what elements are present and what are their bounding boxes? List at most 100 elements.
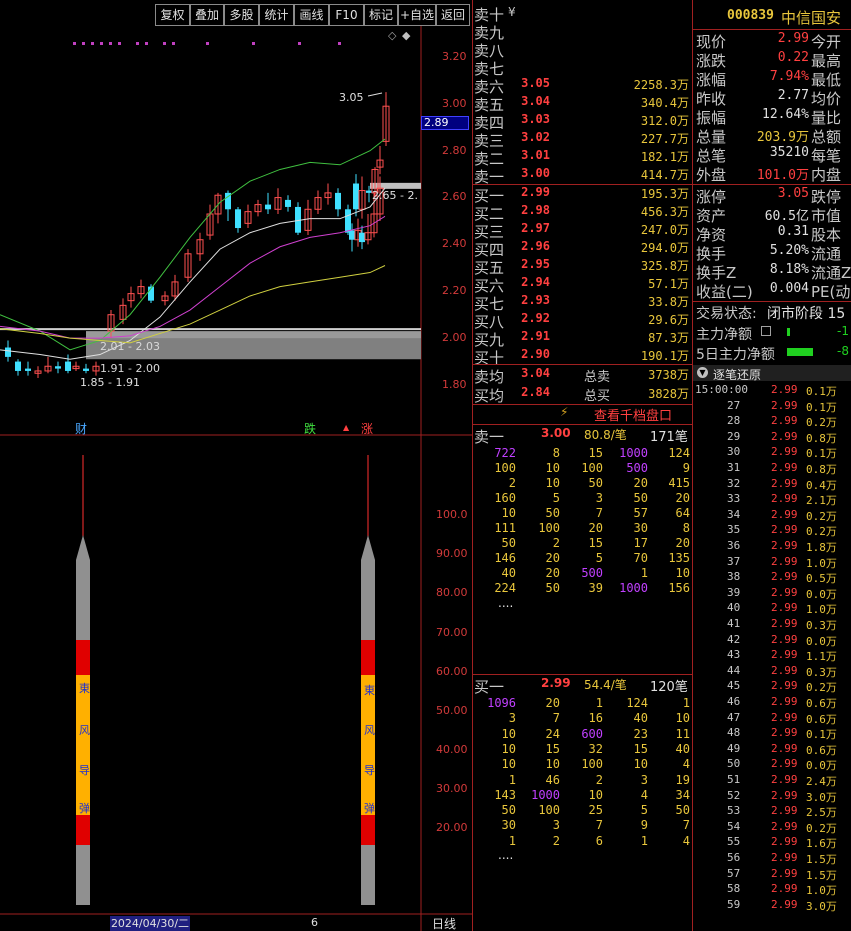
rise-marker[interactable]: 涨 (361, 420, 373, 437)
tick-row: 32 2.99 0.4万 (727, 476, 837, 492)
queue-cell: 8 (682, 521, 690, 535)
queue-cell: 1 (595, 696, 603, 710)
level-price: 3.05 (521, 76, 550, 90)
ticks-title: 逐笔还原 (713, 368, 762, 382)
fuquan-button[interactable]: 复权 (155, 4, 190, 26)
marker-dot (136, 42, 139, 45)
queue-cell: 15 (633, 741, 648, 756)
rocket-label: 导 (79, 764, 90, 777)
buy-queue-more[interactable]: .... (498, 848, 513, 862)
queue-cell: 100 (581, 461, 603, 475)
quote-row: 昨收 2.77 均价 (696, 88, 842, 108)
add-watchlist-button[interactable]: +自选 (398, 4, 436, 26)
price-tick: 2.00 (442, 331, 467, 344)
queue-cell: 3 (552, 818, 560, 833)
queue-cell: 10 (633, 757, 648, 772)
queue-cell: 40 (633, 711, 648, 726)
queue-cell: 415 (668, 476, 690, 490)
level-price: 2.99 (521, 185, 550, 199)
diamond-icon: ◆ (402, 29, 411, 42)
queue-cell: 1000 (619, 581, 648, 595)
marker-dot (338, 42, 341, 45)
collapse-icon[interactable]: ▼ (697, 367, 708, 378)
queue-cell: 2 (552, 536, 560, 550)
rocket-label: 弹 (79, 802, 90, 815)
level-price: 3.02 (521, 130, 550, 144)
tick-row: 46 2.99 0.6万 (727, 695, 837, 710)
queue-cell: 156 (668, 581, 690, 595)
queue-cell: 500 (581, 566, 603, 580)
queue-cell: 8 (552, 446, 560, 460)
queue-cell: 1 (640, 566, 648, 580)
queue-cell: 1096 (487, 696, 516, 710)
main-net5-label: 5日主力净额 (696, 347, 775, 363)
lightning-icon: ⚡ (560, 405, 569, 419)
marker-dot (206, 42, 209, 45)
queue-cell: 20 (675, 536, 690, 550)
level-volume: 227.7万 (640, 132, 689, 146)
up-arrow-icon: ▲ (343, 423, 350, 432)
indicator-tick: 50.00 (436, 704, 468, 717)
rocket-nose (76, 535, 90, 560)
zone-label: 1.91 - 2.00 (100, 362, 160, 375)
queue-cell: 64 (675, 506, 690, 520)
rocket-body (361, 560, 375, 640)
queue-cell: 111 (494, 521, 516, 535)
queue-cell: 70 (633, 551, 648, 565)
fall-marker[interactable]: 跌 (304, 420, 316, 437)
tick-row: 38 2.99 0.5万 (727, 570, 837, 586)
buy-queue-header: 买一 2.99 54.4/笔 120笔 (474, 676, 688, 696)
view-depth-link[interactable]: 查看千档盘口 (594, 405, 672, 424)
queue-cell: 5 (640, 803, 648, 818)
sell-queue-more[interactable]: .... (498, 596, 513, 610)
queue-cell: 1 (682, 696, 690, 710)
candle-body (5, 347, 11, 357)
queue-cell: 10 (501, 506, 516, 520)
queue-cell: 500 (626, 461, 648, 475)
rocket-section (76, 640, 90, 675)
queue-cell: 50 (545, 506, 560, 520)
period-label[interactable]: 日线 (432, 915, 456, 931)
kline-chart[interactable]: ◇ ◆ (0, 0, 472, 931)
queue-cell: 7 (595, 818, 603, 833)
finance-marker[interactable]: 财 (75, 420, 87, 437)
rocket-label: 東 (79, 682, 90, 695)
rocket-section (361, 815, 375, 845)
indicator-tick: 20.00 (436, 821, 468, 834)
avg-buy-row: 买均 2.84 总买 3828万 (474, 385, 689, 405)
candle-body (359, 232, 365, 243)
marker-dot (145, 42, 148, 45)
queue-cell: 10 (501, 726, 516, 741)
candle-body (25, 368, 31, 371)
queue-cell: 7 (682, 818, 690, 833)
overlay-button[interactable]: 叠加 (190, 4, 224, 26)
tick-row: 28 2.99 0.2万 (727, 414, 837, 430)
tick-row: 43 2.99 1.1万 (727, 648, 837, 664)
mark-button[interactable]: 标记 (364, 4, 398, 26)
price-tick: 2.40 (442, 237, 467, 250)
price-tick: 2.20 (442, 284, 467, 297)
back-button[interactable]: 返回 (436, 4, 470, 26)
quote-row: 总量 203.9万 总额 (696, 128, 842, 146)
candle-body (285, 199, 291, 207)
queue-cell: 20 (633, 476, 648, 490)
quote-row: 涨幅 7.94% 最低 (696, 69, 842, 89)
queue-cell: 15 (545, 741, 560, 756)
marker-dot (163, 42, 166, 45)
trade-status-label: 交易状态: (696, 306, 757, 322)
queue-cell: 19 (675, 772, 690, 787)
queue-cell: 1 (508, 772, 516, 787)
queue-cell: 3 (508, 711, 516, 726)
f10-button[interactable]: F10 (329, 4, 364, 26)
level-volume: 182.1万 (640, 150, 689, 164)
chart-panel[interactable]: ◇ ◆ 复权 叠加 多股 统计 画线 F10 标记 +自选 返回 3.20 3.0… (0, 0, 472, 931)
marker-dot (252, 42, 255, 45)
stats-button[interactable]: 统计 (259, 4, 294, 26)
queue-cell: 10 (545, 461, 560, 475)
queue-cell: 1000 (619, 446, 648, 460)
draw-line-button[interactable]: 画线 (294, 4, 329, 26)
multi-stock-button[interactable]: 多股 (224, 4, 259, 26)
avg-sell-row: 卖均 3.04 总卖 3738万 (474, 366, 689, 386)
tick-row: 35 2.99 0.2万 (727, 523, 837, 539)
level-price: 2.97 (521, 221, 550, 235)
